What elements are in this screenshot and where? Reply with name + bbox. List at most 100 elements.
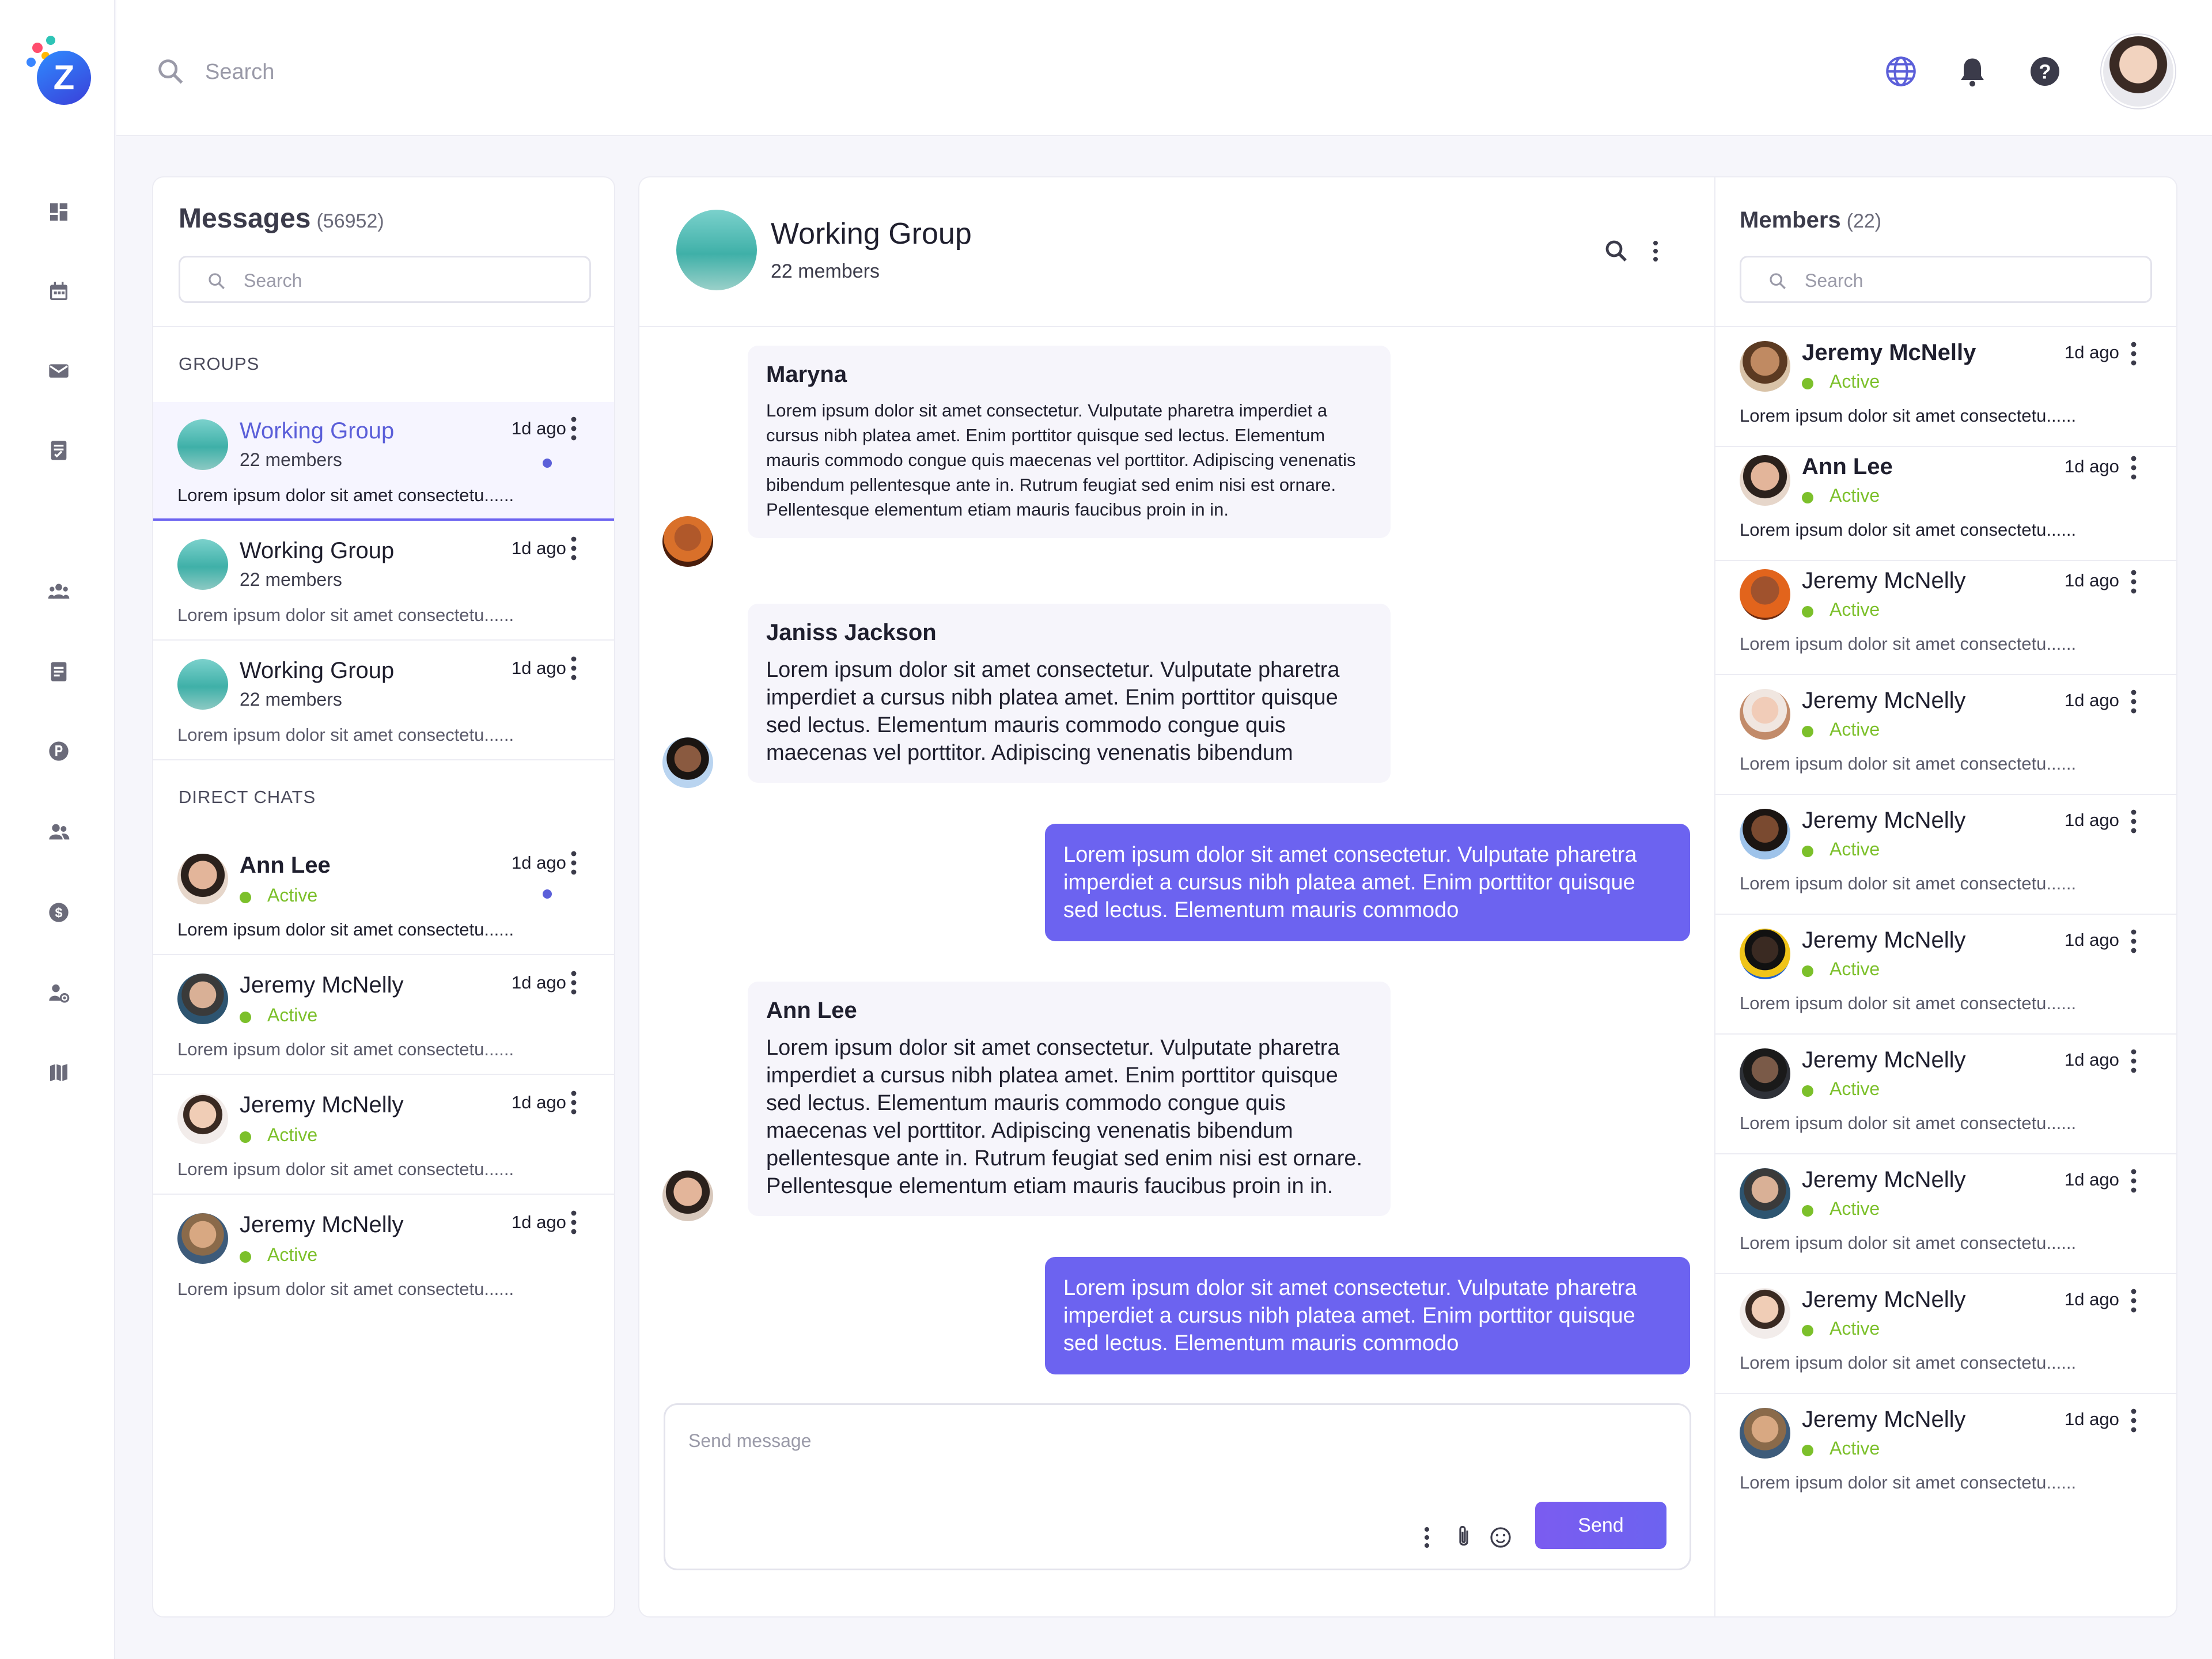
conversation-preview: Lorem ipsum dolor sit amet consectetu...…: [177, 485, 514, 505]
search-icon[interactable]: [1603, 237, 1630, 265]
conversation-time: 1d ago: [512, 1092, 566, 1112]
conversation-item[interactable]: Jeremy McNelly Active 1d ago Lorem ipsum…: [153, 1076, 614, 1195]
app-logo[interactable]: Z: [26, 36, 91, 107]
online-status: Active: [1830, 719, 1880, 740]
calendar-icon[interactable]: [47, 280, 70, 303]
member-name: Jeremy McNelly: [1802, 808, 1966, 833]
user-avatar[interactable]: [2101, 35, 2175, 108]
member-item[interactable]: Jeremy McNelly Active 1d ago Lorem ipsum…: [1715, 795, 2176, 915]
member-time: 1d ago: [2065, 570, 2119, 590]
member-item[interactable]: Ann Lee Active 1d ago Lorem ipsum dolor …: [1715, 441, 2176, 561]
user-settings-icon[interactable]: [47, 982, 70, 1005]
globe-icon[interactable]: [1884, 54, 1918, 89]
online-status-dot: [1802, 492, 1813, 503]
more-options-icon[interactable]: [2130, 809, 2137, 834]
member-item[interactable]: Jeremy McNelly Active 1d ago Lorem ipsum…: [1715, 555, 2176, 675]
messages-search-input[interactable]: Search: [179, 256, 591, 303]
conversation-item[interactable]: Jeremy McNelly Active 1d ago Lorem ipsum…: [153, 1196, 614, 1315]
member-item[interactable]: Jeremy McNelly Active 1d ago Lorem ipsum…: [1715, 915, 2176, 1035]
conversation-item[interactable]: Jeremy McNelly Active 1d ago Lorem ipsum…: [153, 956, 614, 1075]
member-preview: Lorem ipsum dolor sit amet consectetu...…: [1740, 1233, 2077, 1253]
conversation-name: Jeremy McNelly: [240, 1212, 404, 1237]
online-status: Active: [1830, 959, 1880, 979]
message-text: Lorem ipsum dolor sit amet consectetur. …: [766, 658, 1340, 765]
more-options-icon[interactable]: [2130, 1168, 2137, 1194]
more-options-icon[interactable]: [1415, 1525, 1438, 1550]
more-options-icon[interactable]: [570, 656, 577, 681]
team-icon[interactable]: [47, 579, 70, 603]
mail-icon[interactable]: [47, 359, 70, 382]
more-options-icon[interactable]: [2130, 1048, 2137, 1074]
more-options-icon[interactable]: [570, 850, 577, 876]
map-icon[interactable]: [47, 1061, 70, 1084]
more-options-icon[interactable]: [570, 1090, 577, 1115]
more-options-icon[interactable]: [2130, 1288, 2137, 1313]
document-icon[interactable]: [47, 660, 70, 683]
report-icon[interactable]: [47, 439, 70, 462]
incoming-message: Maryna Lorem ipsum dolor sit amet consec…: [748, 346, 1391, 538]
left-rail: Z $: [0, 0, 115, 1659]
more-options-icon[interactable]: [570, 970, 577, 995]
member-time: 1d ago: [2065, 342, 2119, 362]
conversation-name: Working Group: [240, 658, 395, 683]
conversation-time: 1d ago: [512, 538, 566, 558]
dollar-icon[interactable]: $: [47, 901, 70, 924]
direct-chats-section-label: DIRECT CHATS: [179, 787, 316, 807]
more-options-icon[interactable]: [2130, 689, 2137, 714]
conversation-preview: Lorem ipsum dolor sit amet consectetu...…: [177, 1039, 514, 1059]
member-item[interactable]: Jeremy McNelly Active 1d ago Lorem ipsum…: [1715, 1394, 2176, 1514]
member-preview: Lorem ipsum dolor sit amet consectetu...…: [1740, 1472, 2077, 1493]
online-status-dot: [1802, 606, 1813, 618]
messages-count: (56952): [316, 210, 384, 232]
online-status: Active: [267, 1005, 318, 1025]
member-item[interactable]: Jeremy McNelly Active 1d ago Lorem ipsum…: [1715, 1154, 2176, 1274]
member-item[interactable]: Jeremy McNelly Active 1d ago Lorem ipsum…: [1715, 1274, 2176, 1394]
more-options-icon[interactable]: [2130, 341, 2137, 366]
member-item[interactable]: Jeremy McNelly Active 1d ago Lorem ipsum…: [1715, 675, 2176, 795]
online-status-dot: [1802, 1085, 1813, 1097]
bell-icon[interactable]: [1955, 54, 1990, 89]
conversation-time: 1d ago: [512, 418, 566, 438]
chat-title: Working Group: [771, 217, 972, 251]
online-status-dot: [1802, 1445, 1813, 1456]
online-status-dot: [240, 1251, 251, 1263]
more-options-icon[interactable]: [2130, 929, 2137, 954]
outgoing-message: Lorem ipsum dolor sit amet consectetur. …: [1045, 1257, 1690, 1374]
member-name: Jeremy McNelly: [1802, 1407, 1966, 1432]
parking-icon[interactable]: [47, 740, 70, 763]
conversation-item[interactable]: Working Group 22 members 1d ago Lorem ip…: [153, 522, 614, 641]
member-preview: Lorem ipsum dolor sit amet consectetu...…: [1740, 634, 2077, 654]
member-time: 1d ago: [2065, 456, 2119, 476]
members-search-input[interactable]: Search: [1740, 256, 2152, 303]
message-input[interactable]: Send message: [688, 1430, 811, 1452]
conversation-item[interactable]: Working Group 22 members 1d ago Lorem ip…: [153, 642, 614, 760]
global-search-input[interactable]: Search: [205, 60, 274, 85]
message-composer[interactable]: Send message Send: [664, 1403, 1691, 1570]
search-icon[interactable]: [156, 56, 185, 86]
member-item[interactable]: Jeremy McNelly Active 1d ago Lorem ipsum…: [1715, 1035, 2176, 1154]
member-time: 1d ago: [2065, 1289, 2119, 1309]
conversation-item[interactable]: Working Group 22 members 1d ago Lorem ip…: [153, 402, 614, 521]
member-avatar: [1740, 341, 1790, 392]
online-status: Active: [1830, 1318, 1880, 1339]
more-options-icon[interactable]: [1642, 237, 1669, 265]
conversation-name: Jeremy McNelly: [240, 1092, 404, 1118]
more-options-icon[interactable]: [2130, 1408, 2137, 1433]
more-options-icon[interactable]: [2130, 455, 2137, 480]
send-button[interactable]: Send: [1535, 1502, 1666, 1549]
more-options-icon[interactable]: [2130, 569, 2137, 594]
dashboard-icon[interactable]: [47, 200, 70, 224]
more-options-icon[interactable]: [570, 1210, 577, 1235]
contacts-icon[interactable]: [47, 820, 70, 843]
group-avatar: [177, 539, 228, 590]
attachment-icon[interactable]: [1452, 1525, 1475, 1550]
help-icon[interactable]: ?: [2028, 54, 2062, 89]
emoji-icon[interactable]: [1489, 1525, 1512, 1550]
conversation-item[interactable]: Ann Lee Active 1d ago Lorem ipsum dolor …: [153, 836, 614, 955]
sender-avatar: [662, 516, 713, 567]
member-item[interactable]: Jeremy McNelly Active 1d ago Lorem ipsum…: [1715, 327, 2176, 447]
member-name: Ann Lee: [1802, 454, 1893, 479]
more-options-icon[interactable]: [570, 536, 577, 561]
more-options-icon[interactable]: [570, 416, 577, 441]
member-avatar: [1740, 455, 1790, 506]
